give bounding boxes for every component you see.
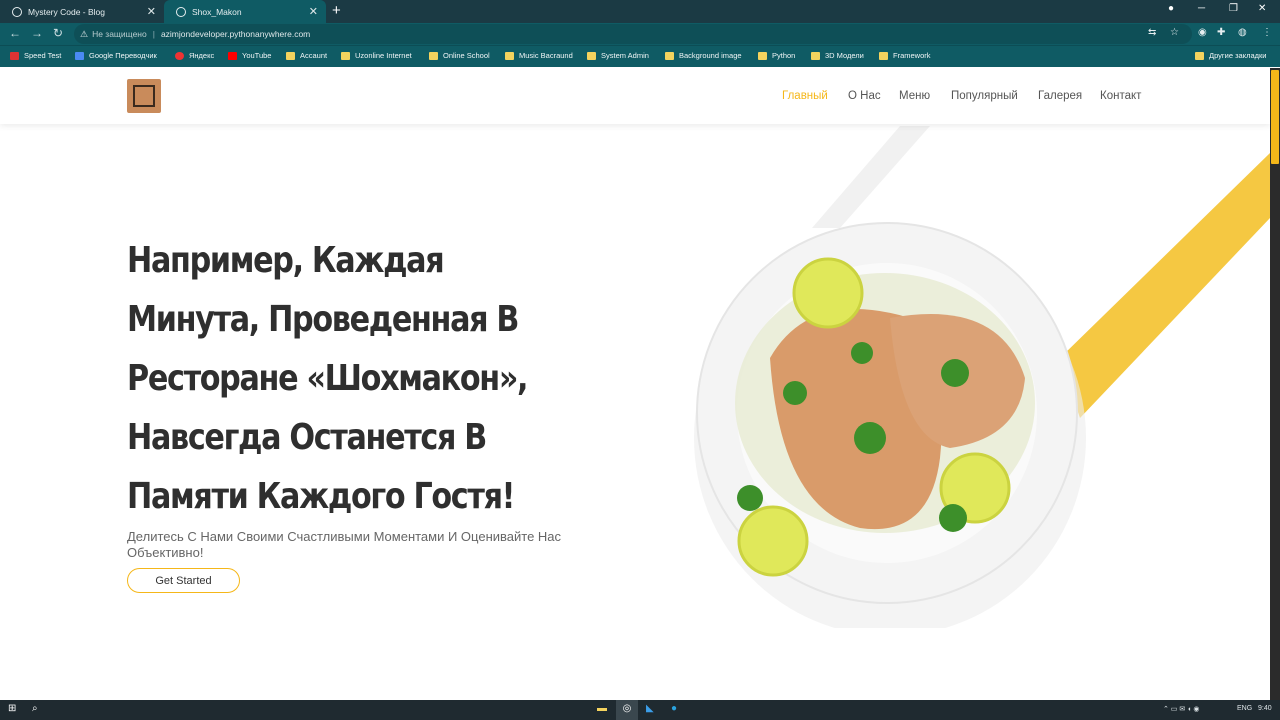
nav-about[interactable]: О Нас bbox=[848, 90, 881, 102]
avatar[interactable]: ◍ bbox=[1238, 27, 1247, 38]
extension-badge-icon[interactable]: ◉ bbox=[1198, 27, 1207, 38]
scrollbar-thumb[interactable] bbox=[1271, 70, 1279, 164]
nav-gallery[interactable]: Галерея bbox=[1038, 90, 1082, 102]
globe-icon bbox=[12, 6, 22, 17]
tab-mystery-code[interactable]: Mystery Code - Blog ✕ bbox=[0, 0, 164, 23]
folder-icon bbox=[758, 51, 767, 60]
clock[interactable]: 9:40 bbox=[1258, 705, 1272, 712]
hero-dish-image bbox=[694, 222, 1086, 628]
bookmark-yandex[interactable]: Яндекс bbox=[175, 51, 214, 60]
folder-icon bbox=[1195, 51, 1204, 60]
tab-title: Shox_Makon bbox=[192, 6, 242, 17]
bookmark-speed-test[interactable]: Speed Test bbox=[10, 51, 61, 60]
folder-icon bbox=[505, 51, 514, 60]
more-menu-icon[interactable]: ⋮ bbox=[1262, 27, 1272, 38]
bookmark-label: Speed Test bbox=[24, 51, 62, 60]
site-logo[interactable] bbox=[127, 79, 161, 113]
language-indicator[interactable]: ENG bbox=[1237, 705, 1252, 712]
folder-icon bbox=[341, 51, 350, 60]
divider: | bbox=[152, 29, 155, 39]
search-icon[interactable]: ⌕ bbox=[32, 703, 38, 714]
bookmark-label: Python bbox=[772, 51, 796, 60]
website-viewport: Главный О Нас Меню Популярный Галерея Ко… bbox=[0, 68, 1270, 700]
security-status: Не защищено bbox=[92, 29, 147, 39]
bookmark-label: Google Переводчик bbox=[89, 51, 157, 60]
back-icon[interactable]: ← bbox=[9, 26, 21, 40]
folder-icon bbox=[811, 51, 820, 60]
folder-icon bbox=[879, 51, 888, 60]
restore-icon[interactable]: ❐ bbox=[1229, 3, 1238, 14]
folder-icon bbox=[665, 51, 674, 60]
chrome-taskbar-icon[interactable]: ◎ bbox=[616, 700, 638, 720]
telegram-icon[interactable]: ● bbox=[671, 703, 677, 714]
file-explorer-icon[interactable]: ▬ bbox=[597, 703, 607, 714]
folder-icon bbox=[429, 51, 438, 60]
bookmark-folder-system-admin[interactable]: System Admin bbox=[587, 51, 649, 60]
new-tab-icon[interactable]: + bbox=[332, 2, 341, 19]
bookmark-label: 3D Модели bbox=[825, 51, 864, 60]
logo-mark-icon bbox=[133, 85, 155, 107]
address-bar[interactable]: ⚠ Не защищено | azimjondeveloper.pythona… bbox=[74, 24, 1192, 44]
minimize-icon[interactable]: ─ bbox=[1198, 3, 1205, 14]
browser-tab-strip: Mystery Code - Blog ✕ Shox_Makon ✕ + ● ─… bbox=[0, 0, 1280, 23]
bookmark-label: Background image bbox=[679, 51, 742, 60]
bookmark-folder-uzonline[interactable]: Uzonline Internet bbox=[341, 51, 412, 60]
url-text: azimjondeveloper.pythonanywhere.com bbox=[160, 29, 311, 39]
bookmark-label: Uzonline Internet bbox=[355, 51, 412, 60]
bookmark-label: Music Bacraund bbox=[519, 51, 573, 60]
bookmark-youtube[interactable]: YouTube bbox=[228, 51, 271, 60]
nav-menu[interactable]: Меню bbox=[899, 90, 930, 102]
folder-icon bbox=[286, 51, 295, 60]
forward-icon[interactable]: → bbox=[31, 26, 43, 40]
tab-title: Mystery Code - Blog bbox=[28, 6, 105, 17]
youtube-icon bbox=[228, 51, 237, 60]
speedtest-icon bbox=[10, 51, 19, 60]
bookmark-folder-music[interactable]: Music Bacraund bbox=[505, 51, 573, 60]
tab-shox-makon[interactable]: Shox_Makon ✕ bbox=[164, 0, 326, 23]
bookmark-folder-accaunt[interactable]: Accaunt bbox=[286, 51, 327, 60]
tray-icons[interactable]: ⌃ ▭ ✉ ◖ ◉ bbox=[1163, 705, 1199, 713]
bookmark-folder-background-image[interactable]: Background image bbox=[665, 51, 742, 60]
get-started-button[interactable]: Get Started bbox=[127, 568, 240, 593]
nav-home[interactable]: Главный bbox=[782, 90, 828, 102]
bookmark-folder-3d-models[interactable]: 3D Модели bbox=[811, 51, 864, 60]
profile-menu-icon[interactable]: ● bbox=[1168, 3, 1174, 14]
yandex-icon bbox=[175, 51, 184, 60]
translate-icon[interactable]: ⇆ bbox=[1148, 27, 1156, 38]
hero-heading: Например, Каждая Минута, Проведенная В Р… bbox=[127, 240, 529, 517]
close-window-icon[interactable]: ✕ bbox=[1258, 3, 1266, 14]
bookmarks-bar: Speed Test Google Переводчик Яндекс YouT… bbox=[0, 45, 1280, 67]
bookmark-label: Framework bbox=[893, 51, 931, 60]
bookmark-label: Accaunt bbox=[300, 51, 328, 60]
hero-subtitle: Делитесь С Нами Своими Счастливыми Момен… bbox=[127, 529, 562, 560]
warning-icon: ⚠ bbox=[80, 28, 89, 39]
close-tab-icon[interactable]: ✕ bbox=[147, 5, 156, 18]
bookmark-label: Другие закладки bbox=[1209, 51, 1267, 60]
reload-icon[interactable]: ↻ bbox=[53, 26, 63, 40]
bookmark-label: Яндекс bbox=[189, 51, 215, 60]
translate-icon bbox=[75, 51, 84, 60]
nav-contact[interactable]: Контакт bbox=[1100, 90, 1141, 102]
bookmark-star-icon[interactable]: ☆ bbox=[1170, 27, 1179, 38]
close-tab-icon[interactable]: ✕ bbox=[309, 5, 318, 18]
windows-taskbar: ⊞ ⌕ ▬ ◎ ◣ ● ⌃ ▭ ✉ ◖ ◉ ENG 9:40 bbox=[0, 700, 1280, 720]
bookmark-google-translate[interactable]: Google Переводчик bbox=[75, 51, 157, 60]
bookmark-label: YouTube bbox=[242, 51, 272, 60]
bookmark-folder-framework[interactable]: Framework bbox=[879, 51, 931, 60]
folder-icon bbox=[587, 51, 596, 60]
windows-start-icon[interactable]: ⊞ bbox=[8, 703, 16, 714]
extensions-puzzle-icon[interactable]: ✚ bbox=[1217, 27, 1225, 38]
vscode-icon[interactable]: ◣ bbox=[646, 703, 654, 714]
bookmark-folder-python[interactable]: Python bbox=[758, 51, 795, 60]
globe-icon bbox=[176, 6, 186, 17]
bookmark-label: Online School bbox=[443, 51, 490, 60]
bookmark-label: System Admin bbox=[601, 51, 649, 60]
bookmark-other-folder[interactable]: Другие закладки bbox=[1195, 51, 1266, 60]
yellow-stripe bbox=[1060, 153, 1270, 418]
bookmark-folder-online-school[interactable]: Online School bbox=[429, 51, 490, 60]
nav-popular[interactable]: Популярный bbox=[951, 90, 1018, 102]
site-header: Главный О Нас Меню Популярный Галерея Ко… bbox=[0, 68, 1270, 124]
